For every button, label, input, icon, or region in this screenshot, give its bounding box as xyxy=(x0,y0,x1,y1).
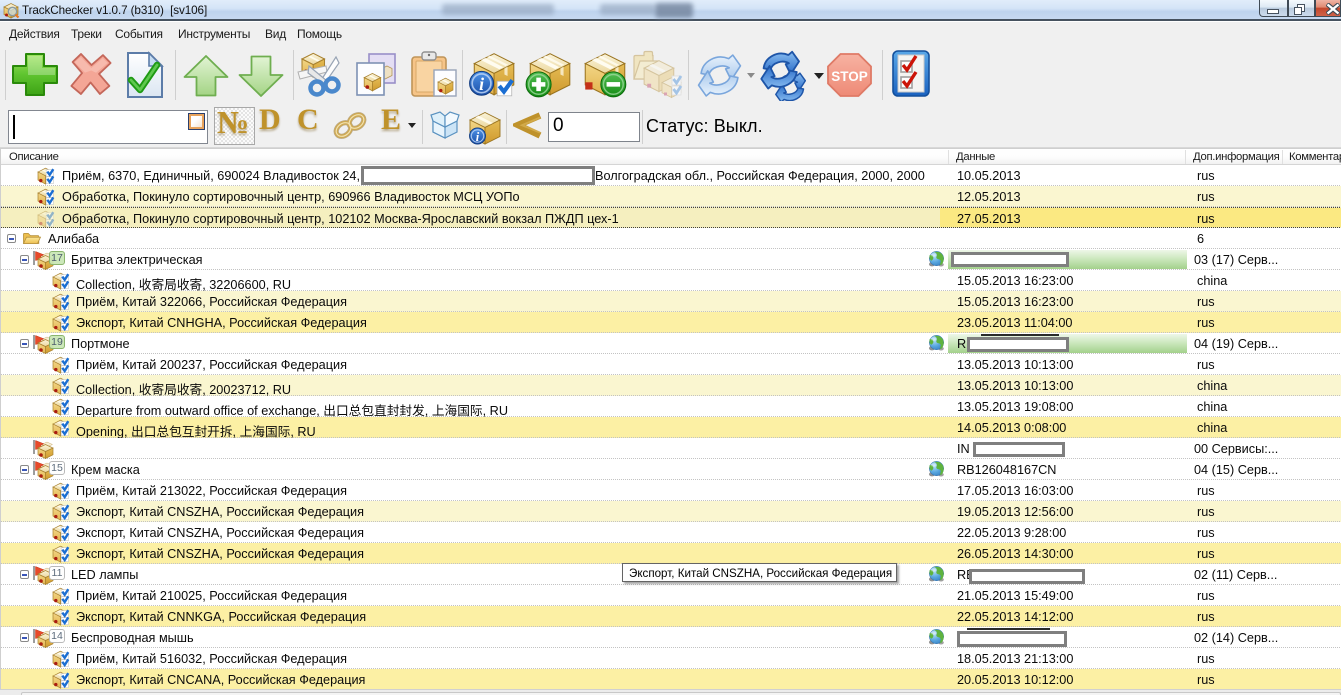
svg-text:i: i xyxy=(476,130,480,144)
svg-text:STOP: STOP xyxy=(831,69,868,84)
svg-text:i: i xyxy=(479,74,484,94)
